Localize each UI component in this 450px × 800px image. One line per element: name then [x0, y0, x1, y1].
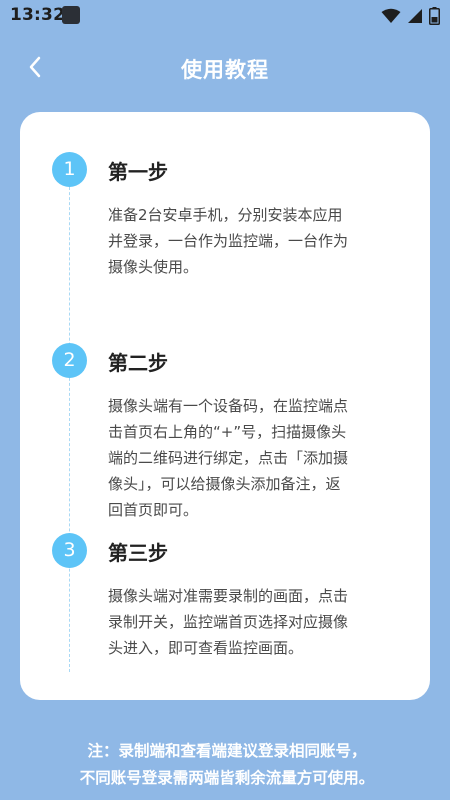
signal-icon	[407, 8, 423, 24]
battery-icon	[429, 7, 440, 25]
app-icon	[62, 6, 80, 24]
steps-timeline-line	[69, 172, 70, 672]
wifi-icon	[381, 8, 401, 24]
footer-note-line: 注：录制端和查看端建议登录相同账号，	[87, 742, 367, 760]
step-description-line: 头进入，即可查看监控画面。	[108, 639, 304, 657]
header: 使用教程	[0, 48, 450, 90]
step-number-badge: 2	[52, 343, 87, 378]
status-bar: 13:32	[0, 0, 450, 32]
step-number-badge: 3	[52, 533, 87, 568]
step-description-line: 摄像头使用。	[108, 258, 199, 276]
step-title: 第三步	[108, 541, 168, 565]
step-description-line: 录制开关，监控端首页选择对应摄像	[108, 613, 349, 631]
step-description: 摄像头端对准需要录制的画面，点击 录制开关，监控端首页选择对应摄像 头进入，即可…	[108, 583, 392, 661]
step-description-line: 像头」，可以给摄像头添加备注，返	[108, 475, 341, 493]
step-description-line: 端的二维码进行绑定，点击「添加摄	[108, 449, 349, 467]
tutorial-card: 1 第一步 准备2台安卓手机，分别安装本应用 并登录，一台作为监控端，一台作为 …	[20, 112, 430, 700]
footer-note: 注：录制端和查看端建议登录相同账号， 不同账号登录需两端皆剩余流量方可使用。	[22, 738, 432, 792]
step-description-line: 摄像头端有一个设备码，在监控端点	[108, 397, 349, 415]
page-title: 使用教程	[181, 58, 269, 82]
step-description-line: 并登录，一台作为监控端，一台作为	[108, 232, 349, 250]
footer-note-line: 不同账号登录需两端皆剩余流量方可使用。	[79, 769, 375, 787]
step-title: 第二步	[108, 351, 168, 375]
step-description-line: 摄像头端对准需要录制的画面，点击	[108, 587, 349, 605]
status-time: 13:32	[10, 5, 66, 25]
step-description-line: 准备2台安卓手机，分别安装本应用	[108, 206, 343, 224]
step-number-badge: 1	[52, 152, 87, 187]
step-title: 第一步	[108, 160, 168, 184]
step-description: 准备2台安卓手机，分别安装本应用 并登录，一台作为监控端，一台作为 摄像头使用。	[108, 202, 392, 280]
step-description-line: 回首页即可。	[108, 501, 199, 519]
status-icons	[381, 6, 440, 26]
step-description: 摄像头端有一个设备码，在监控端点 击首页右上角的“+”号，扫描摄像头 端的二维码…	[108, 393, 392, 523]
step-description-line: 击首页右上角的“+”号，扫描摄像头	[108, 423, 347, 441]
